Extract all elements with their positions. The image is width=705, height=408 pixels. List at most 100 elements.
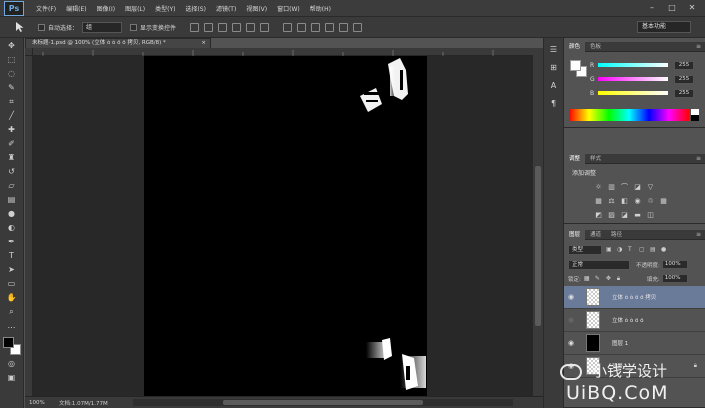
distribute-vcenter-icon[interactable]	[297, 22, 307, 32]
dodge-tool-icon[interactable]: ◐	[4, 221, 20, 234]
paragraph-panel-icon[interactable]: ¶	[547, 97, 561, 110]
lock-pixels-icon[interactable]: ✎	[595, 275, 603, 282]
filter-type-icon[interactable]: T	[628, 246, 635, 253]
tab-swatches[interactable]: 色板	[585, 42, 606, 52]
filter-toggle-icon[interactable]: ●	[661, 246, 668, 253]
color-swatches[interactable]	[2, 336, 22, 356]
path-select-tool-icon[interactable]: ➤	[4, 263, 20, 276]
show-transform-checkbox[interactable]	[130, 23, 138, 31]
color-panel-fg-swatch[interactable]	[570, 60, 581, 71]
exposure-icon[interactable]: ◪	[633, 182, 642, 191]
distribute-hcenter-icon[interactable]	[339, 22, 349, 32]
tab-color[interactable]: 颜色	[564, 41, 586, 52]
menu-help[interactable]: 帮助(H)	[306, 4, 335, 13]
brush-tool-icon[interactable]: ✐	[4, 137, 20, 150]
filter-pixel-icon[interactable]: ▣	[606, 246, 613, 253]
tab-paths[interactable]: 路径	[606, 230, 627, 240]
eraser-tool-icon[interactable]: ▱	[4, 179, 20, 192]
color-panel-swatches[interactable]	[570, 60, 588, 78]
eyedropper-tool-icon[interactable]: ╱	[4, 109, 20, 122]
blur-tool-icon[interactable]: ●	[4, 207, 20, 220]
healing-brush-tool-icon[interactable]: ✚	[4, 123, 20, 136]
layer-row[interactable]: ◉ 立体 ò ò ö ö 拷贝	[564, 286, 705, 309]
minimize-button[interactable]: –	[643, 2, 661, 14]
selective-color-icon[interactable]: ◫	[646, 210, 655, 219]
crop-tool-icon[interactable]: ⌗	[4, 95, 20, 108]
menu-view[interactable]: 视图(V)	[242, 4, 271, 13]
rectangle-tool-icon[interactable]: ▭	[4, 277, 20, 290]
blend-mode-dropdown[interactable]: 正常	[568, 259, 630, 270]
align-hcenter-icon[interactable]	[246, 22, 256, 32]
brightness-contrast-icon[interactable]: ☼	[594, 182, 603, 191]
layers-menu-icon[interactable]: ≡	[696, 231, 701, 238]
menu-type[interactable]: 类型(Y)	[151, 4, 179, 13]
adjustments-menu-icon[interactable]: ≡	[696, 155, 701, 162]
screen-mode-icon[interactable]: ▣	[4, 371, 20, 384]
green-value[interactable]: 255	[674, 74, 694, 84]
horizontal-scroll-thumb[interactable]	[223, 400, 423, 405]
menu-filter[interactable]: 滤镜(T)	[212, 4, 240, 13]
blue-slider[interactable]	[598, 91, 668, 95]
tab-layers[interactable]: 图层	[564, 229, 586, 240]
workspace-dropdown[interactable]: 基本功能	[637, 21, 691, 33]
auto-select-dropdown[interactable]: 组	[82, 21, 123, 33]
vertical-scrollbar[interactable]	[533, 48, 543, 396]
vibrance-icon[interactable]: ▽	[646, 182, 655, 191]
lasso-tool-icon[interactable]: ◌	[4, 67, 20, 80]
filter-smart-object-icon[interactable]: ▤	[650, 246, 657, 253]
horizontal-ruler[interactable]	[33, 48, 533, 56]
clone-stamp-tool-icon[interactable]: ♜	[4, 151, 20, 164]
character-panel-icon[interactable]: A	[547, 79, 561, 92]
color-balance-icon[interactable]: ⚖	[607, 196, 616, 205]
layer-name[interactable]: 图层 1	[612, 339, 628, 347]
visibility-eye-icon[interactable]: ◉	[564, 293, 578, 301]
tab-styles[interactable]: 样式	[585, 154, 606, 164]
curves-icon[interactable]: ⌒	[620, 182, 629, 191]
red-value[interactable]: 255	[674, 60, 694, 70]
threshold-icon[interactable]: ◪	[620, 210, 629, 219]
align-left-icon[interactable]	[232, 22, 242, 32]
tab-adjustments[interactable]: 调整	[564, 153, 586, 164]
hue-saturation-icon[interactable]: ▦	[594, 196, 603, 205]
document-tab[interactable]: 未标题-1.psd @ 100% (立体 ò ò ö ö 拷贝, RGB/8) …	[25, 38, 211, 48]
marquee-tool-icon[interactable]: ⬚	[4, 53, 20, 66]
lock-transparent-icon[interactable]: ▦	[584, 275, 592, 282]
document-canvas[interactable]	[144, 56, 427, 396]
opacity-input[interactable]: 100%	[661, 260, 688, 269]
history-panel-icon[interactable]: ☰	[547, 43, 561, 56]
filter-shape-icon[interactable]: ▢	[639, 246, 646, 253]
lock-position-icon[interactable]: ✥	[606, 275, 614, 282]
black-white-ramp[interactable]	[691, 109, 699, 121]
black-white-icon[interactable]: ◧	[620, 196, 629, 205]
foreground-color-swatch[interactable]	[2, 337, 14, 348]
menu-file[interactable]: 文件(F)	[32, 4, 60, 13]
red-slider[interactable]	[598, 63, 668, 67]
layer-row[interactable]: ◉ 图层 1	[564, 332, 705, 355]
lock-all-icon[interactable]: 🔒︎	[617, 275, 625, 283]
hand-tool-icon[interactable]: ✋	[4, 291, 20, 304]
distribute-left-icon[interactable]	[325, 22, 335, 32]
move-tool-icon[interactable]: ✥	[4, 39, 20, 52]
align-top-icon[interactable]	[190, 22, 200, 32]
properties-panel-icon[interactable]: ⊞	[547, 61, 561, 74]
quick-mask-icon[interactable]: ◎	[4, 357, 20, 370]
invert-icon[interactable]: ◩	[594, 210, 603, 219]
visibility-eye-icon[interactable]: ◉	[564, 339, 578, 347]
menu-select[interactable]: 选择(S)	[181, 4, 210, 13]
menu-layer[interactable]: 图层(L)	[121, 4, 149, 13]
channel-mixer-icon[interactable]: ♲	[646, 196, 655, 205]
vertical-ruler[interactable]	[25, 56, 33, 396]
blue-value[interactable]: 255	[674, 88, 694, 98]
gradient-tool-icon[interactable]: ▤	[4, 193, 20, 206]
layer-name[interactable]: 立体 ò ò ö ö	[612, 316, 643, 324]
close-button[interactable]: ✕	[683, 2, 701, 14]
photo-filter-icon[interactable]: ◉	[633, 196, 642, 205]
levels-icon[interactable]: ▥	[607, 182, 616, 191]
horizontal-scrollbar[interactable]	[133, 399, 513, 406]
color-lookup-icon[interactable]: ▦	[659, 196, 668, 205]
type-tool-icon[interactable]: T	[4, 249, 20, 262]
panel-menu-icon[interactable]: ≡	[696, 43, 701, 50]
layer-filter-dropdown[interactable]: 类型	[568, 244, 602, 255]
layer-name[interactable]: 立体 ò ò ö ö 拷贝	[612, 293, 656, 301]
fill-input[interactable]: 100%	[661, 274, 688, 283]
